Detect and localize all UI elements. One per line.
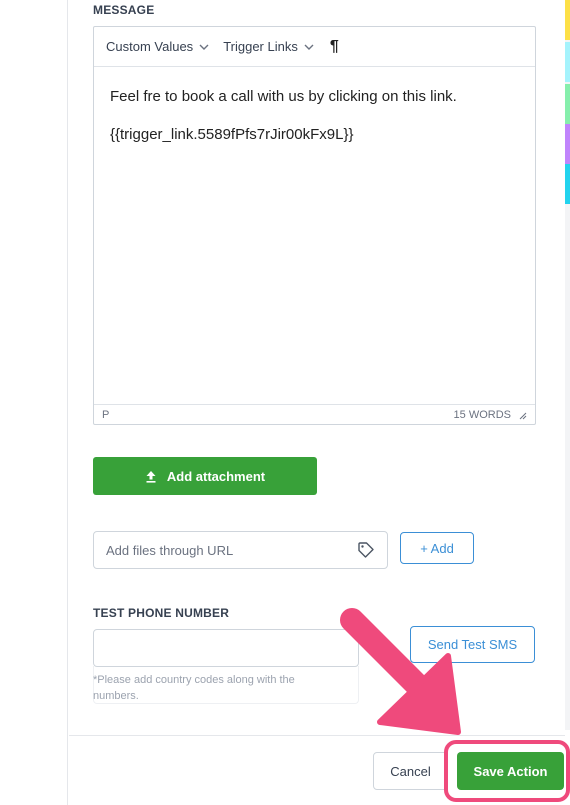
phone-hint-text: *Please add country codes along with the…: [93, 674, 295, 702]
side-tab-cyan[interactable]: [565, 164, 570, 204]
resize-handle-icon[interactable]: [517, 410, 527, 420]
trigger-links-label: Trigger Links: [223, 39, 298, 54]
editor-content[interactable]: Feel fre to book a call with us by click…: [94, 67, 535, 407]
custom-values-dropdown[interactable]: Custom Values: [106, 39, 209, 54]
background-page-strip: [0, 0, 68, 805]
side-tab-purple[interactable]: [565, 124, 570, 164]
cancel-button[interactable]: Cancel: [373, 752, 448, 790]
file-url-input[interactable]: [106, 542, 357, 558]
add-attachment-button[interactable]: Add attachment: [93, 457, 317, 495]
test-phone-input[interactable]: [93, 629, 359, 667]
paragraph-icon[interactable]: ¶: [330, 38, 339, 56]
editor-toolbar: Custom Values Trigger Links ¶: [94, 27, 535, 67]
chevron-down-icon: [304, 44, 314, 50]
side-tab-cyan-light[interactable]: [565, 42, 570, 82]
custom-values-label: Custom Values: [106, 39, 194, 54]
message-label: MESSAGE: [93, 3, 155, 17]
add-url-button[interactable]: + Add: [400, 532, 474, 564]
upload-icon: [146, 470, 156, 483]
chevron-down-icon: [199, 44, 209, 50]
save-action-button[interactable]: Save Action: [457, 752, 564, 790]
file-url-field[interactable]: [93, 531, 388, 569]
trigger-links-dropdown[interactable]: Trigger Links: [223, 39, 314, 54]
word-count: 15 WORDS: [453, 408, 511, 421]
side-color-tabs: [565, 0, 570, 730]
message-line: Feel fre to book a call with us by click…: [110, 88, 457, 105]
editor-statusbar: P 15 WORDS: [94, 404, 535, 424]
message-editor[interactable]: Custom Values Trigger Links ¶ Feel fre t…: [93, 26, 536, 425]
add-attachment-label: Add attachment: [166, 468, 266, 484]
test-phone-label: TEST PHONE NUMBER: [93, 606, 230, 620]
send-test-sms-button[interactable]: Send Test SMS: [410, 626, 535, 663]
tag-icon[interactable]: [357, 541, 375, 559]
footer-divider: [69, 735, 565, 736]
side-tab-green[interactable]: [565, 84, 570, 124]
element-path: P: [102, 408, 110, 421]
side-tab-yellow[interactable]: [565, 0, 570, 40]
trigger-link-token: {{trigger_link.5589fPfs7rJir00kFx9L}}: [110, 126, 354, 143]
